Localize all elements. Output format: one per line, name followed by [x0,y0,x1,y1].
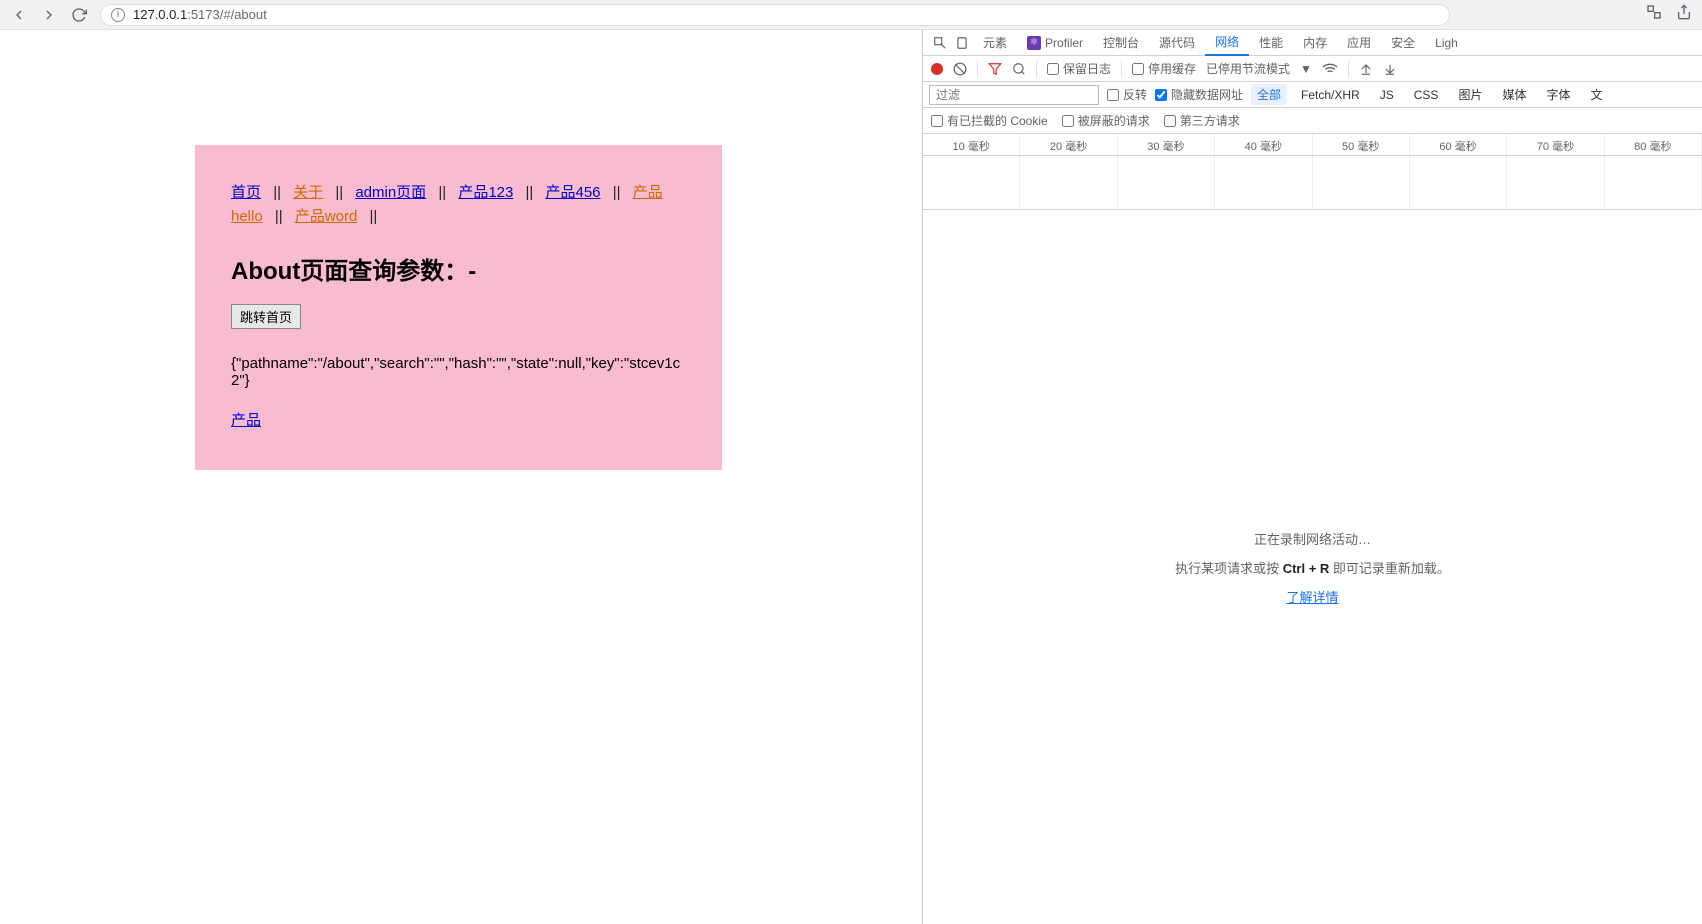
nav-admin[interactable]: admin页面 [355,184,426,201]
timeline-tick: 70 毫秒 [1507,134,1604,155]
tab-application[interactable]: 应用 [1337,30,1381,56]
filter-img[interactable]: 图片 [1452,84,1488,105]
device-icon[interactable] [951,36,973,50]
tab-memory[interactable]: 内存 [1293,30,1337,56]
devtools-tabs: 元素 ⚛Profiler 控制台 源代码 网络 性能 内存 应用 安全 Ligh [923,30,1702,56]
share-icon[interactable] [1676,4,1692,25]
recording-text: 正在录制网络活动… [1254,529,1371,548]
tab-sources[interactable]: 源代码 [1149,30,1205,56]
search-icon[interactable] [1012,62,1026,76]
wifi-icon[interactable] [1322,61,1338,77]
tab-performance[interactable]: 性能 [1249,30,1293,56]
hide-dataurls-checkbox[interactable]: 隐藏数据网址 [1155,86,1243,103]
timeline-header: 10 毫秒 20 毫秒 30 毫秒 40 毫秒 50 毫秒 60 毫秒 70 毫… [923,134,1702,156]
clear-icon[interactable] [953,62,967,76]
separator: || [273,184,281,201]
hint-text: 执行某项请求或按 Ctrl + R 即可记录重新加载。 [1175,558,1450,577]
filter-input[interactable] [929,85,1099,105]
reload-button[interactable] [70,6,88,24]
tab-profiler[interactable]: ⚛Profiler [1017,30,1093,56]
chevron-down-icon[interactable]: ▼ [1300,62,1312,76]
profiler-icon: ⚛ [1027,36,1041,50]
separator: || [335,184,343,201]
network-empty-state: 正在录制网络活动… 执行某项请求或按 Ctrl + R 即可记录重新加载。 了解… [923,210,1702,924]
separator: || [370,208,378,225]
blocked-cookies-checkbox[interactable]: 有已拦截的 Cookie [931,112,1048,129]
tab-lighthouse[interactable]: Ligh [1425,30,1468,56]
separator: || [526,184,534,201]
separator: || [275,208,283,225]
nav-links: 首页 || 关于 || admin页面 || 产品123 || 产品456 ||… [231,181,686,229]
page-heading: About页面查询参数：- [231,251,686,286]
url-text: 127.0.0.1:5173/#/about [133,7,267,22]
network-cookies-row: 有已拦截的 Cookie 被屏蔽的请求 第三方请求 [923,108,1702,134]
timeline-tick: 50 毫秒 [1313,134,1410,155]
nav-prod123[interactable]: 产品123 [458,184,513,201]
separator: || [438,184,446,201]
content-panel: 首页 || 关于 || admin页面 || 产品123 || 产品456 ||… [195,145,722,470]
nav-home[interactable]: 首页 [231,184,261,201]
browser-toolbar: i 127.0.0.1:5173/#/about [0,0,1702,30]
forward-button[interactable] [40,6,58,24]
product-link[interactable]: 产品 [231,412,261,429]
network-toolbar: 保留日志 停用缓存 已停用节流模式 ▼ [923,56,1702,82]
nav-prodword[interactable]: 产品word [295,208,358,225]
network-filter-row: 反转 隐藏数据网址 全部 Fetch/XHR JS CSS 图片 媒体 字体 文 [923,82,1702,108]
filter-css[interactable]: CSS [1408,86,1445,104]
upload-icon[interactable] [1359,62,1373,76]
download-icon[interactable] [1383,62,1397,76]
tab-network[interactable]: 网络 [1205,30,1249,56]
record-button[interactable] [931,63,943,75]
separator: || [613,184,621,201]
filter-js[interactable]: JS [1374,86,1400,104]
timeline-tick: 20 毫秒 [1020,134,1117,155]
nav-prod456[interactable]: 产品456 [545,184,600,201]
site-info-icon[interactable]: i [111,8,125,22]
jump-home-button[interactable]: 跳转首页 [231,304,301,329]
filter-all[interactable]: 全部 [1251,84,1287,105]
devtools-panel: 元素 ⚛Profiler 控制台 源代码 网络 性能 内存 应用 安全 Ligh… [922,30,1702,924]
filter-media[interactable]: 媒体 [1496,84,1532,105]
learn-more-link[interactable]: 了解详情 [1286,587,1338,606]
disable-cache-checkbox[interactable]: 停用缓存 [1132,60,1196,77]
timeline-tick: 10 毫秒 [923,134,1020,155]
timeline-tick: 60 毫秒 [1410,134,1507,155]
blocked-requests-checkbox[interactable]: 被屏蔽的请求 [1062,112,1150,129]
filter-fetch-xhr[interactable]: Fetch/XHR [1295,86,1366,104]
timeline-tick: 80 毫秒 [1605,134,1702,155]
filter-font[interactable]: 字体 [1540,84,1576,105]
tab-elements[interactable]: 元素 [973,30,1017,56]
third-party-checkbox[interactable]: 第三方请求 [1164,112,1240,129]
filter-doc[interactable]: 文 [1584,84,1608,105]
tab-console[interactable]: 控制台 [1093,30,1149,56]
timeline-tick: 30 毫秒 [1118,134,1215,155]
nav-about[interactable]: 关于 [293,184,323,201]
filter-icon[interactable] [988,62,1002,76]
tab-security[interactable]: 安全 [1381,30,1425,56]
page-viewport: 首页 || 关于 || admin页面 || 产品123 || 产品456 ||… [0,30,922,924]
address-bar[interactable]: i 127.0.0.1:5173/#/about [100,4,1450,26]
translate-icon[interactable] [1646,4,1662,25]
location-json: {"pathname":"/about","search":"","hash":… [231,355,686,389]
back-button[interactable] [10,6,28,24]
preserve-log-checkbox[interactable]: 保留日志 [1047,60,1111,77]
throttling-select[interactable]: 已停用节流模式 [1206,60,1290,77]
timeline-tick: 40 毫秒 [1215,134,1312,155]
timeline-body[interactable] [923,156,1702,210]
inspect-icon[interactable] [929,36,951,50]
invert-checkbox[interactable]: 反转 [1107,86,1147,103]
